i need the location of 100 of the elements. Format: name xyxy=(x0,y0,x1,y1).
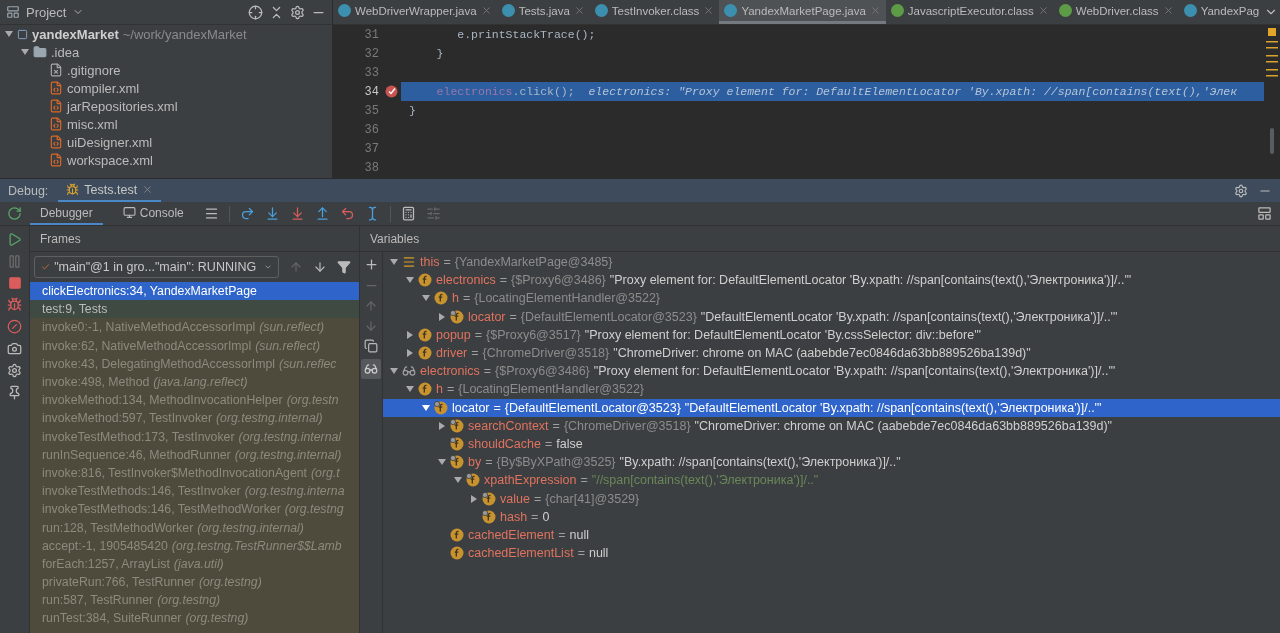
tree-item[interactable]: .idea xyxy=(51,44,80,60)
class-icon xyxy=(1183,4,1197,17)
pause-icon[interactable] xyxy=(7,254,22,269)
xml-file-icon xyxy=(49,81,63,95)
layout-icon[interactable] xyxy=(1257,206,1272,221)
xml-file-icon xyxy=(49,117,63,131)
settings-icon[interactable] xyxy=(1234,183,1248,198)
tree-item[interactable]: yandexMarket xyxy=(32,26,119,42)
variable-row[interactable]: cachedElementList = null xyxy=(383,544,1280,563)
editor-tab[interactable]: YandexMarketPage.java xyxy=(719,0,886,24)
next-frame-icon[interactable] xyxy=(313,260,327,274)
variable-row[interactable]: by = {By$ByXPath@3525} "By.xpath: //span[contains(text(),'Электроника')]/.." xyxy=(383,453,1280,472)
variable-row[interactable]: xpathExpression = "//span[contains(text(),'Электроника')]/.." xyxy=(383,471,1280,490)
evaluate-icon[interactable] xyxy=(400,206,416,221)
watches-button[interactable] xyxy=(361,359,381,379)
line-number: 34 xyxy=(363,84,380,99)
close-icon[interactable] xyxy=(1037,5,1049,16)
final-field-icon xyxy=(434,400,448,415)
variable-row[interactable]: locator = {DefaultElementLocator@3523} "DefaultElementLocator 'By.xpath: //span[contains(text(),'Электроника')]/..'" xyxy=(383,307,1280,326)
filter-icon[interactable] xyxy=(337,260,351,274)
field-icon xyxy=(434,291,448,306)
interface-icon xyxy=(890,4,904,17)
field-icon xyxy=(450,546,464,561)
test-config-icon xyxy=(66,183,80,196)
tree-item[interactable]: jarRepositories.xml xyxy=(67,98,178,114)
variable-row[interactable]: value = {char[41]@3529} xyxy=(383,489,1280,508)
final-field-icon xyxy=(466,473,480,488)
camera-icon[interactable] xyxy=(7,341,22,356)
frames-title: Frames xyxy=(30,226,359,252)
stop-icon[interactable] xyxy=(7,276,22,290)
settings-icon[interactable] xyxy=(290,4,305,20)
variable-row[interactable]: hash = 0 xyxy=(383,507,1280,526)
thread-dropdown[interactable]: "main"@1 in gro..."main": RUNNING xyxy=(34,256,279,278)
final-field-icon xyxy=(482,491,496,506)
debug-title: Debug: xyxy=(8,183,49,198)
editor-tab[interactable]: Tests.java xyxy=(496,0,590,24)
line-number: 35 xyxy=(363,103,380,118)
tree-item[interactable]: uiDesigner.xml xyxy=(67,134,153,150)
close-icon[interactable] xyxy=(142,184,154,195)
new-watch-icon[interactable] xyxy=(363,257,379,272)
close-icon[interactable] xyxy=(573,5,585,16)
variable-row[interactable]: popup = {$Proxy6@3517} "Proxy element for: DefaultElementLocator 'By.cssSelector: div::before'" xyxy=(383,325,1280,344)
line-number: 32 xyxy=(363,46,380,61)
close-icon[interactable] xyxy=(480,5,492,16)
threads-icon[interactable] xyxy=(203,206,219,221)
variable-row[interactable]: locator = {DefaultElementLocator@3523} "DefaultElementLocator 'By.xpath: //span[contains(text(),'Электроника')]/..'" xyxy=(383,398,1280,417)
tree-item[interactable]: misc.xml xyxy=(67,116,118,132)
final-field-icon xyxy=(482,509,496,524)
rerun-icon[interactable] xyxy=(7,206,22,221)
line-number: 31 xyxy=(363,27,380,42)
copy-icon[interactable] xyxy=(364,339,378,353)
tree-item[interactable]: .gitignore xyxy=(67,62,121,78)
variable-row[interactable]: electronics = {$Proxy6@3486} "Proxy element for: DefaultElementLocator 'By.xpath: //span[contains(text(),'Электроника')]/..'" xyxy=(383,362,1280,381)
field-icon xyxy=(450,527,464,542)
resume-program-icon[interactable] xyxy=(7,232,22,247)
interface-icon xyxy=(1058,4,1072,17)
breakpoints-icon[interactable] xyxy=(7,297,22,312)
variable-row[interactable]: h = {LocatingElementHandler@3522} xyxy=(383,289,1280,308)
variable-row[interactable]: shouldCache = false xyxy=(383,434,1280,454)
line-number: 37 xyxy=(363,141,380,156)
class-icon xyxy=(724,4,738,17)
debugger-tab[interactable]: Console xyxy=(112,202,194,225)
variable-row[interactable]: electronics = {$Proxy6@3486} "Proxy element for: DefaultElementLocator 'By.xpath: //span[contains(text(),'Электроника')]/..'" xyxy=(383,271,1280,290)
project-panel-title[interactable]: Project xyxy=(26,4,67,20)
stack-frame[interactable]: test:9, Tests xyxy=(30,300,359,319)
field-icon xyxy=(418,382,432,397)
variable-row[interactable]: driver = {ChromeDriver@3518} "ChromeDriver: chrome on MAC (aabebde7ec0846da63bb889526ba139d)" xyxy=(383,343,1280,363)
panel-icon xyxy=(6,5,20,19)
close-icon[interactable] xyxy=(1162,5,1174,16)
settings-icon[interactable] xyxy=(7,363,22,378)
field-icon xyxy=(418,346,432,361)
editor-tab[interactable]: WebDriver.class xyxy=(1053,0,1179,24)
field-icon xyxy=(418,327,432,342)
tree-item[interactable]: workspace.xml xyxy=(67,152,153,168)
console-icon xyxy=(122,206,136,219)
locate-icon[interactable] xyxy=(248,4,263,20)
tree-item[interactable]: compiler.xml xyxy=(67,80,140,96)
editor-tab[interactable]: YandexPag xyxy=(1178,0,1265,24)
xml-file-icon xyxy=(49,135,63,149)
editor-tab[interactable]: WebDriverWrapper.java xyxy=(333,0,497,24)
variable-row[interactable]: cachedElement = null xyxy=(383,525,1280,544)
editor-tab[interactable]: JavascriptExecutor.class xyxy=(885,0,1054,24)
trace-icon[interactable] xyxy=(425,206,441,221)
stack-frame[interactable]: clickElectronics:34, YandexMarketPage xyxy=(30,282,359,301)
editor-tab[interactable]: TestInvoker.class xyxy=(589,0,720,24)
variable-row[interactable]: h = {LocatingElementHandler@3522} xyxy=(383,380,1280,399)
debugger-tab[interactable]: Debugger xyxy=(30,202,103,225)
variable-row[interactable]: searchContext = {ChromeDriver@3518} "ChromeDriver: chrome on MAC (aabebde7ec0846da63bb889526ba139d)" xyxy=(383,416,1280,435)
code-line: e.printStackTrace(); xyxy=(456,27,597,43)
step-over-icon[interactable] xyxy=(239,206,255,221)
pin-icon[interactable] xyxy=(7,385,22,400)
final-field-icon xyxy=(450,455,464,470)
line-number: 33 xyxy=(363,65,380,80)
variable-row[interactable]: this = {YandexMarketPage@3485} xyxy=(383,253,1280,272)
class-icon xyxy=(594,4,608,17)
module-icon xyxy=(17,28,28,40)
drop-frame-icon[interactable] xyxy=(339,206,355,221)
mute-breakpoints-icon[interactable] xyxy=(7,319,22,334)
code-line: } xyxy=(435,46,445,62)
close-icon[interactable] xyxy=(703,5,715,16)
